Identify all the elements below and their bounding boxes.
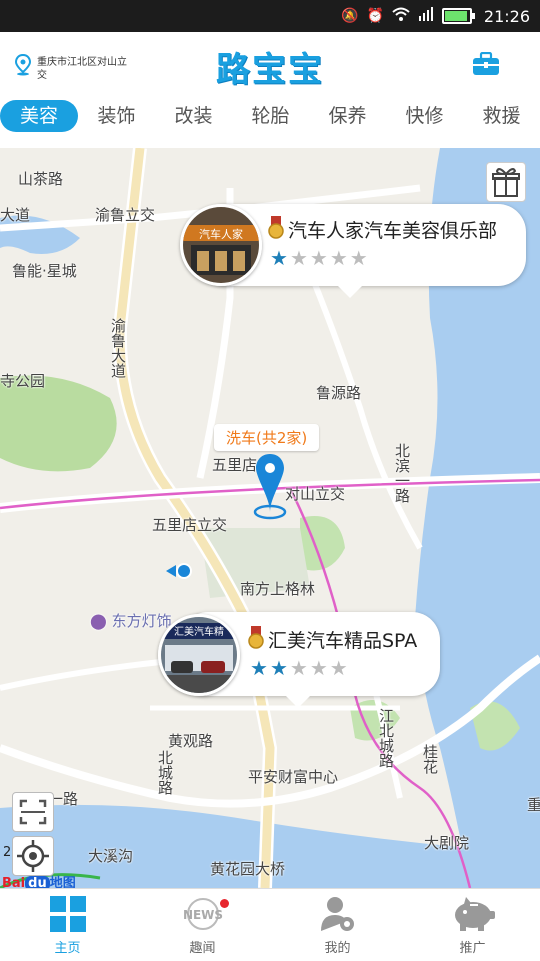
medal-icon: [248, 626, 264, 650]
map-label: 桂花: [421, 744, 439, 774]
category-tabs: 美容 装饰 改装 轮胎 保养 快修 救援: [0, 94, 540, 138]
nav-news[interactable]: NEWS 趣闻: [135, 889, 270, 961]
scan-button[interactable]: [12, 792, 54, 832]
star-empty-icon: ★: [349, 246, 368, 270]
map-label: 大溪沟: [88, 847, 134, 865]
status-bar: 🔕 ⏰ 21:26: [0, 0, 540, 32]
map-label: 北滨一路: [393, 443, 411, 503]
home-grid-icon: [49, 895, 87, 937]
tab-rescue[interactable]: 救援: [463, 100, 540, 132]
star-empty-icon: ★: [289, 656, 308, 680]
shop-thumb-text: 汇美汽车精: [174, 625, 224, 638]
alarm-icon: ⏰: [366, 8, 384, 24]
wifi-icon: [392, 7, 410, 25]
star-filled-icon: ★: [269, 656, 288, 680]
poi-name: 东方灯饰: [111, 612, 172, 630]
map-view[interactable]: 山茶路 大道 渝鲁立交 鲁能·星城 渝鲁大道 寺公园 鲁源路 北滨一路 五里店 …: [0, 148, 540, 888]
map-label: 鲁能·星城: [12, 262, 77, 280]
nav-label: 我的: [324, 941, 351, 956]
poi-label: ⬤ 东方灯饰: [90, 610, 172, 631]
map-label: 寺公园: [0, 372, 46, 390]
callout-tail: [286, 696, 310, 708]
briefcase-icon[interactable]: [472, 51, 500, 76]
star-empty-icon: ★: [289, 246, 308, 270]
clock: 21:26: [483, 6, 530, 26]
signal-icon: [418, 7, 434, 25]
battery-icon: [441, 8, 475, 24]
app-logo: 路宝宝: [216, 50, 324, 90]
nav-promote[interactable]: 推广: [405, 889, 540, 961]
map-label: 渝鲁立交: [95, 206, 156, 224]
shop-name[interactable]: 汇美汽车精品SPA: [268, 626, 417, 653]
rating-stars: ★ ★ ★ ★ ★: [270, 248, 368, 268]
my-location-icon: [166, 562, 196, 584]
map-label: 黄花园大桥: [210, 860, 286, 878]
map-label: 重: [527, 796, 540, 814]
shop-name[interactable]: 汽车人家汽车美容俱乐部: [288, 216, 497, 243]
nav-label: 趣闻: [189, 941, 216, 956]
news-icon: NEWS: [181, 895, 225, 937]
app-header: 重庆市江北区对山立交 路宝宝: [0, 32, 540, 94]
map-label: 大道: [0, 206, 31, 224]
callout-tail: [338, 286, 362, 298]
nav-home[interactable]: 主页: [0, 889, 135, 961]
map-label: 山茶路: [18, 170, 64, 188]
star-empty-icon: ★: [329, 656, 348, 680]
news-badge-text: NEWS: [182, 908, 222, 922]
map-label: 五里店立交: [152, 516, 228, 534]
nav-label: 推广: [459, 941, 486, 956]
star-filled-icon: ★: [270, 246, 288, 270]
nav-mine[interactable]: 我的: [270, 889, 405, 961]
shop-thumb-text: 汽车人家: [199, 227, 243, 241]
user-gear-icon: [319, 895, 357, 937]
map-pin-icon[interactable]: [252, 454, 288, 528]
map-label: 平安财富中心: [248, 768, 339, 786]
tab-beauty[interactable]: 美容: [0, 100, 78, 132]
map-label: 黄观路: [168, 732, 214, 750]
logo-text: Bai: [2, 876, 26, 888]
map-label: 江北城路: [377, 708, 395, 768]
star-empty-icon: ★: [309, 246, 328, 270]
tab-modification[interactable]: 改装: [155, 100, 232, 132]
star-empty-icon: ★: [329, 246, 348, 270]
bottom-navigation: 主页 NEWS 趣闻 我的 推广: [0, 888, 540, 961]
locate-me-button[interactable]: [12, 836, 54, 876]
baidu-map-logo: Bai du 地图: [2, 872, 76, 888]
map-label: 鲁源路: [316, 384, 362, 402]
map-label: 渝鲁大道: [109, 318, 127, 378]
map-label: 北城路: [156, 750, 174, 795]
tab-maintenance[interactable]: 保养: [309, 100, 386, 132]
gift-icon[interactable]: [486, 162, 526, 202]
notification-dot: [220, 899, 229, 908]
nav-label: 主页: [54, 941, 81, 956]
shop-thumbnail[interactable]: 汽车人家: [180, 204, 262, 286]
tab-quick-repair[interactable]: 快修: [386, 100, 463, 132]
logo-text: du: [25, 876, 50, 888]
map-label: 大剧院: [424, 834, 470, 852]
logo-text: 地图: [49, 876, 76, 888]
mute-icon: 🔕: [341, 8, 359, 24]
star-empty-icon: ★: [309, 656, 328, 680]
tab-decoration[interactable]: 装饰: [78, 100, 155, 132]
carwash-count-label[interactable]: 洗车(共2家): [214, 424, 320, 451]
medal-icon: [268, 216, 284, 240]
star-filled-icon: ★: [250, 656, 268, 680]
tab-tires[interactable]: 轮胎: [232, 100, 309, 132]
piggy-bank-icon: [450, 895, 496, 937]
map-label: 五里店: [212, 456, 258, 474]
shop-thumbnail[interactable]: 汇美汽车精: [158, 614, 240, 696]
map-label: 对山立交: [285, 485, 346, 503]
map-scale: 2: [3, 845, 12, 860]
poi-icon: ⬤: [90, 612, 107, 630]
rating-stars: ★ ★ ★ ★ ★: [250, 658, 348, 678]
map-label: 南方上格林: [240, 580, 316, 598]
